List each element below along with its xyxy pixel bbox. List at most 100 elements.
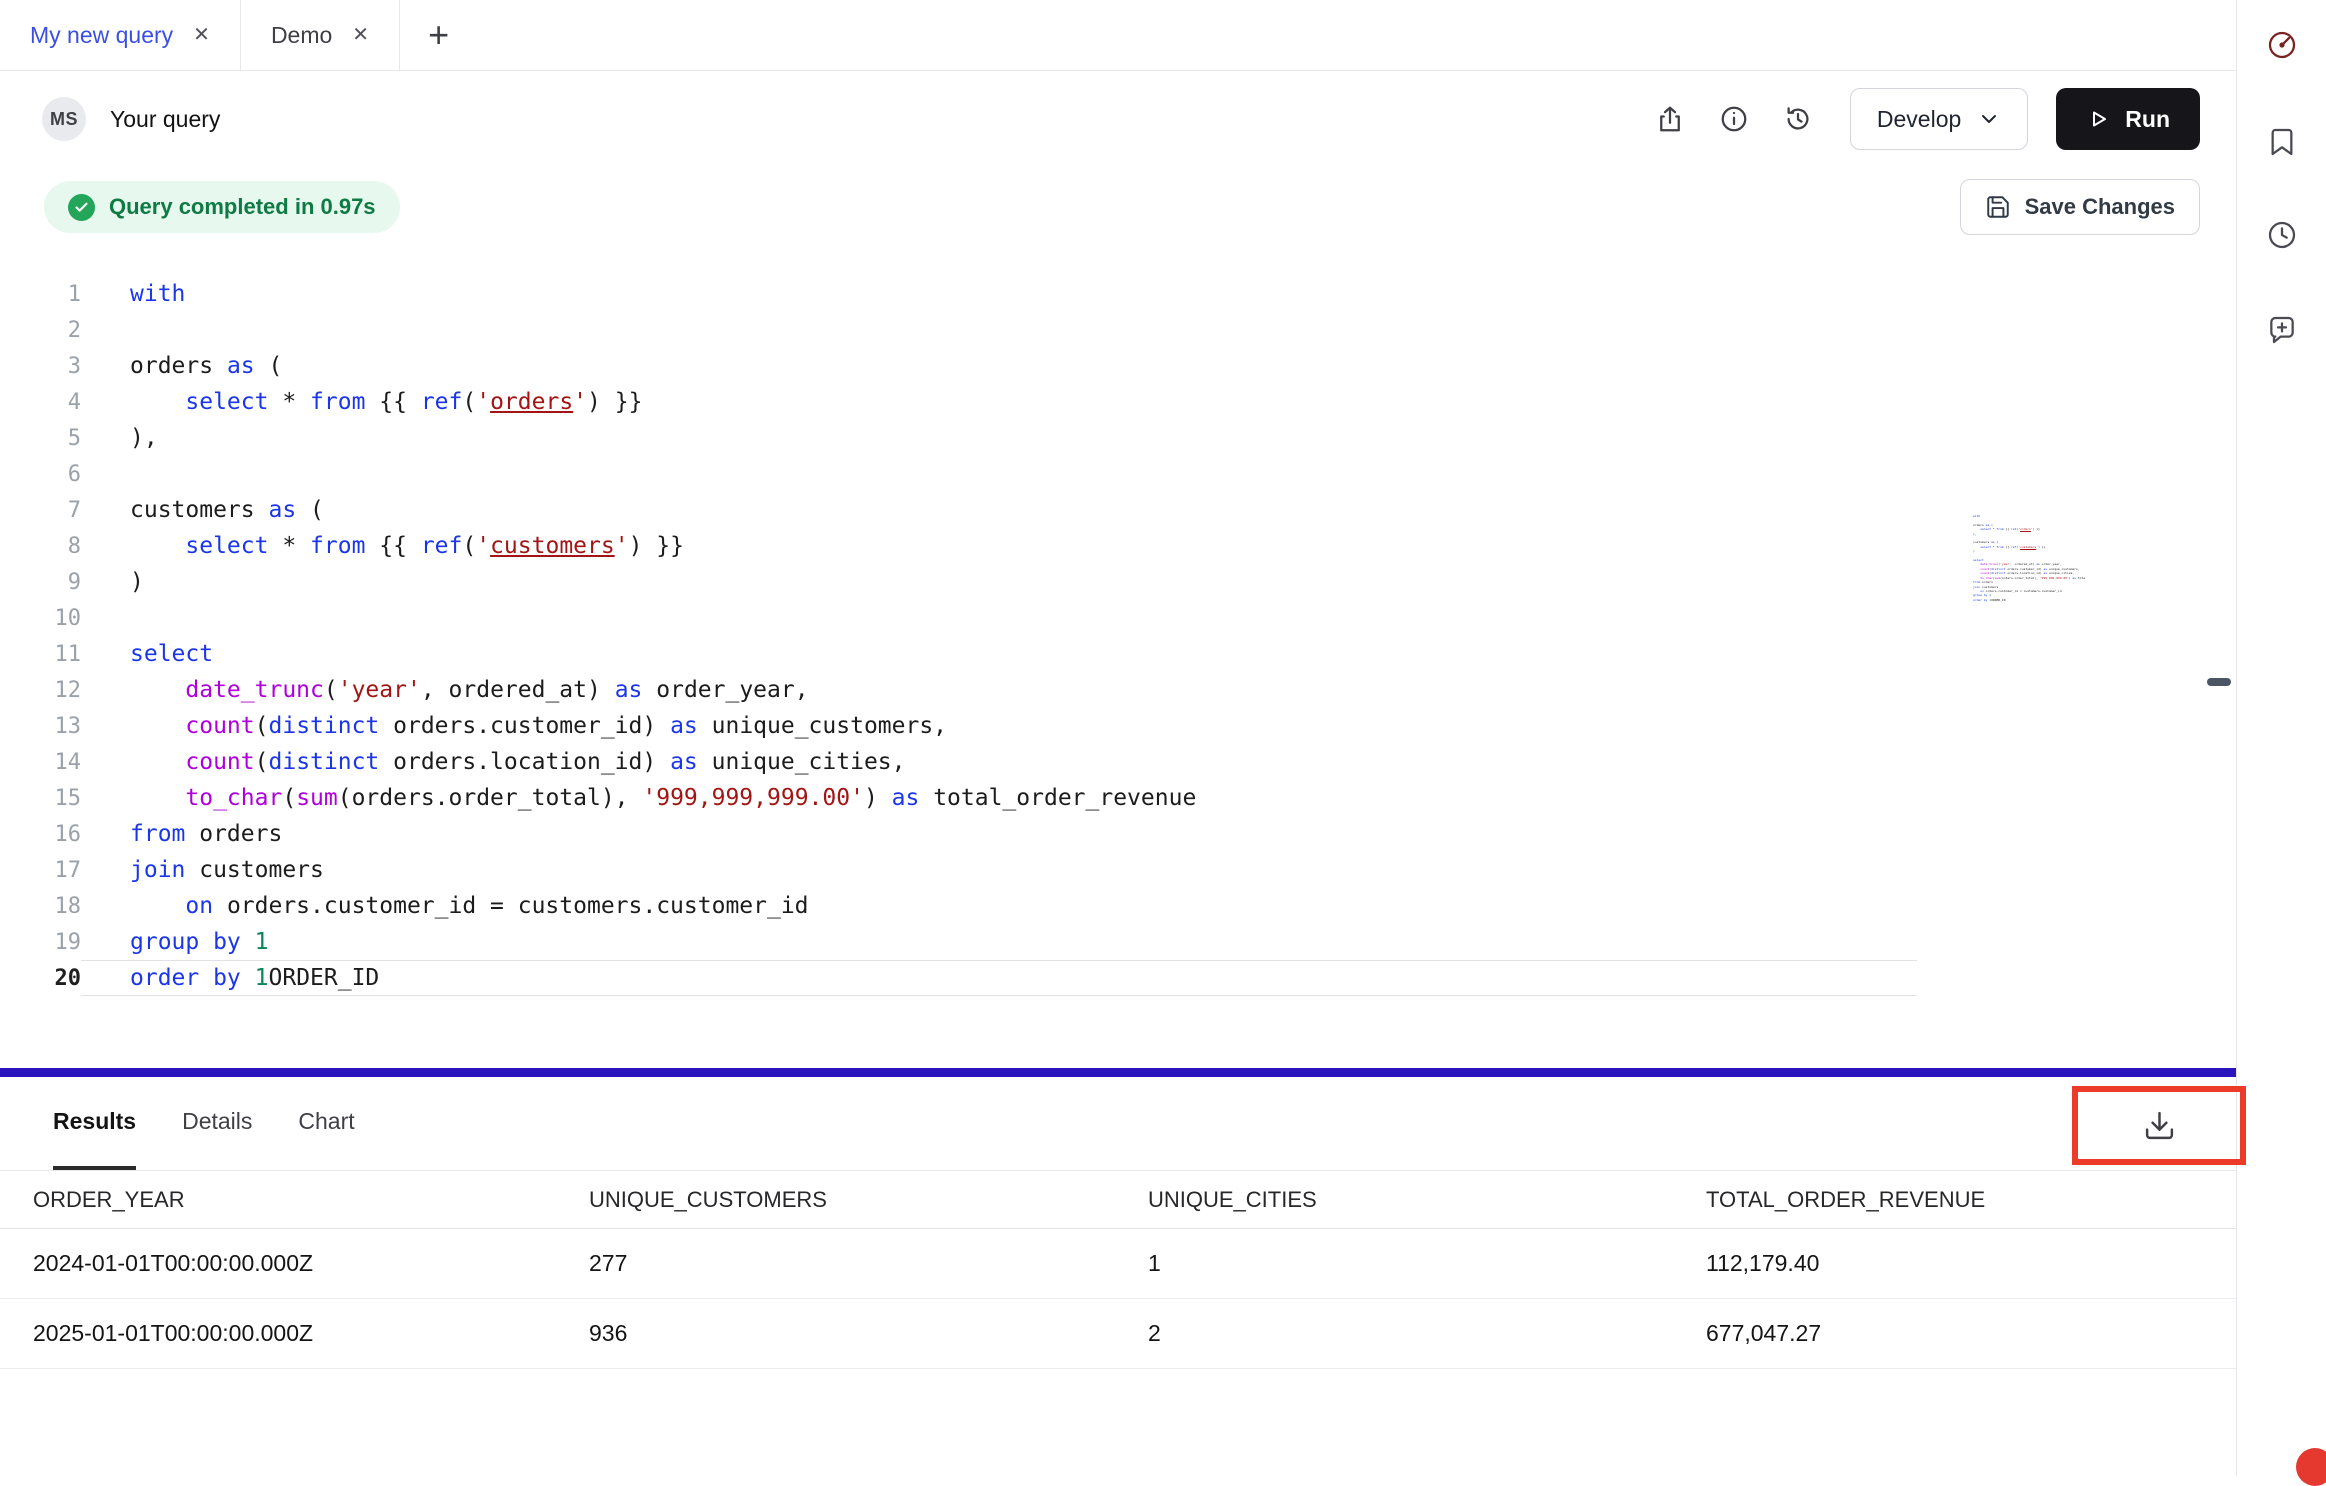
line-number: 10 <box>0 606 81 631</box>
code-text: count(distinct orders.location_id) as un… <box>81 744 906 780</box>
sql-editor[interactable]: 1with23orders as (4 select * from {{ ref… <box>0 247 2236 1068</box>
line-number: 11 <box>0 642 81 667</box>
app-window: My new query ✕ Demo ✕ + MS Your query <box>0 0 2326 1476</box>
history-icon <box>1783 104 1813 134</box>
code-line[interactable]: 1with <box>0 276 2236 312</box>
code-line[interactable]: 18 on orders.customer_id = customers.cus… <box>0 888 2236 924</box>
column-header: TOTAL_ORDER_REVENUE <box>1706 1187 2236 1213</box>
line-number: 16 <box>0 822 81 847</box>
code-line[interactable]: 10 <box>0 600 2236 636</box>
feedback-button[interactable] <box>2261 309 2303 351</box>
code-text: with <box>81 276 185 312</box>
close-icon[interactable]: ✕ <box>352 25 369 45</box>
code-text: on orders.customer_id = customers.custom… <box>81 888 809 924</box>
code-line[interactable]: 7customers as ( <box>0 492 2236 528</box>
avatar: MS <box>42 97 86 141</box>
save-icon <box>1985 194 2011 220</box>
line-number: 19 <box>0 930 81 955</box>
save-changes-button[interactable]: Save Changes <box>1960 179 2200 235</box>
code-line[interactable]: 14 count(distinct orders.location_id) as… <box>0 744 2236 780</box>
code-text: count(distinct orders.customer_id) as un… <box>81 708 947 744</box>
notification-badge[interactable] <box>2296 1448 2326 1486</box>
line-number: 15 <box>0 786 81 811</box>
history-button[interactable] <box>1774 95 1822 143</box>
code-line[interactable]: 5), <box>0 420 2236 456</box>
scrollbar-handle[interactable] <box>2207 678 2231 686</box>
minimap-line: order by 1ORDER_ID <box>1973 598 2085 602</box>
info-icon <box>1719 104 1749 134</box>
code-line[interactable]: 13 count(distinct orders.customer_id) as… <box>0 708 2236 744</box>
column-header: UNIQUE_CITIES <box>1148 1187 1706 1213</box>
code-text: customers as ( <box>81 492 324 528</box>
status-row: Query completed in 0.97s Save Changes <box>0 167 2236 247</box>
line-number: 1 <box>0 282 81 307</box>
line-number: 6 <box>0 462 81 487</box>
table-cell: 2025-01-01T00:00:00.000Z <box>33 1320 589 1347</box>
clock-icon <box>2266 219 2298 251</box>
code-line[interactable]: 12 date_trunc('year', ordered_at) as ord… <box>0 672 2236 708</box>
run-button[interactable]: Run <box>2056 88 2200 150</box>
code-line[interactable]: 16from orders <box>0 816 2236 852</box>
info-button[interactable] <box>1710 95 1758 143</box>
line-number: 4 <box>0 390 81 415</box>
table-cell: 277 <box>589 1250 1148 1277</box>
table-row[interactable]: 2024-01-01T00:00:00.000Z2771112,179.40 <box>0 1229 2236 1299</box>
editor-minimap[interactable]: with orders as ( select * from {{ ref('o… <box>1973 514 2085 664</box>
play-icon <box>2086 107 2110 131</box>
line-number: 18 <box>0 894 81 919</box>
share-icon <box>1655 104 1685 134</box>
code-text: select <box>81 636 213 672</box>
results-tabs: Results Details Chart <box>53 1077 355 1170</box>
results-tab-chart[interactable]: Chart <box>298 1077 354 1170</box>
table-row[interactable]: 2025-01-01T00:00:00.000Z9362677,047.27 <box>0 1299 2236 1369</box>
table-cell: 1 <box>1148 1250 1706 1277</box>
close-icon[interactable]: ✕ <box>193 25 210 45</box>
results-tab-results[interactable]: Results <box>53 1077 136 1170</box>
code-lines: 1with23orders as (4 select * from {{ ref… <box>0 276 2236 996</box>
compass-icon <box>2266 29 2298 61</box>
panel-resize-handle[interactable] <box>0 1068 2236 1077</box>
results-table: ORDER_YEARUNIQUE_CUSTOMERSUNIQUE_CITIEST… <box>0 1171 2236 1476</box>
code-line[interactable]: 11select <box>0 636 2236 672</box>
code-text: orders as ( <box>81 348 282 384</box>
results-tab-details[interactable]: Details <box>182 1077 252 1170</box>
status-message: Query completed in 0.97s <box>109 194 376 220</box>
page-title: Your query <box>110 106 220 133</box>
line-number: 20 <box>0 966 81 991</box>
chat-plus-icon <box>2266 314 2298 346</box>
line-number: 8 <box>0 534 81 559</box>
bookmarks-button[interactable] <box>2261 121 2303 163</box>
code-text: select * from {{ ref('customers') }} <box>81 528 684 564</box>
download-results-button[interactable] <box>2127 1096 2191 1156</box>
code-line[interactable]: 9) <box>0 564 2236 600</box>
code-line[interactable]: 20order by 1ORDER_ID <box>0 960 2236 996</box>
tab-label: Demo <box>271 22 332 49</box>
develop-dropdown[interactable]: Develop <box>1850 88 2028 150</box>
code-line[interactable]: 4 select * from {{ ref('orders') }} <box>0 384 2236 420</box>
download-highlight-annotation <box>2072 1086 2246 1165</box>
run-history-button[interactable] <box>2261 214 2303 256</box>
tab-demo[interactable]: Demo ✕ <box>241 0 400 70</box>
code-line[interactable]: 2 <box>0 312 2236 348</box>
new-tab-button[interactable]: + <box>400 0 477 70</box>
download-icon <box>2143 1109 2176 1142</box>
code-line[interactable]: 8 select * from {{ ref('customers') }} <box>0 528 2236 564</box>
table-body: 2024-01-01T00:00:00.000Z2771112,179.4020… <box>0 1229 2236 1369</box>
code-line[interactable]: 15 to_char(sum(orders.order_total), '999… <box>0 780 2236 816</box>
code-line[interactable]: 19group by 1 <box>0 924 2236 960</box>
line-number: 3 <box>0 354 81 379</box>
code-text: date_trunc('year', ordered_at) as order_… <box>81 672 809 708</box>
code-text: ) <box>81 564 144 600</box>
query-status-badge: Query completed in 0.97s <box>44 181 400 233</box>
results-toolbar: Results Details Chart <box>0 1077 2236 1171</box>
line-number: 17 <box>0 858 81 883</box>
tab-my-new-query[interactable]: My new query ✕ <box>0 0 241 70</box>
code-line[interactable]: 3orders as ( <box>0 348 2236 384</box>
debug-tool-button[interactable] <box>2261 24 2303 66</box>
code-line[interactable]: 17join customers <box>0 852 2236 888</box>
code-line[interactable]: 6 <box>0 456 2236 492</box>
share-button[interactable] <box>1646 95 1694 143</box>
table-cell: 2024-01-01T00:00:00.000Z <box>33 1250 589 1277</box>
chevron-down-icon <box>1977 107 2001 131</box>
save-changes-label: Save Changes <box>2025 194 2175 220</box>
